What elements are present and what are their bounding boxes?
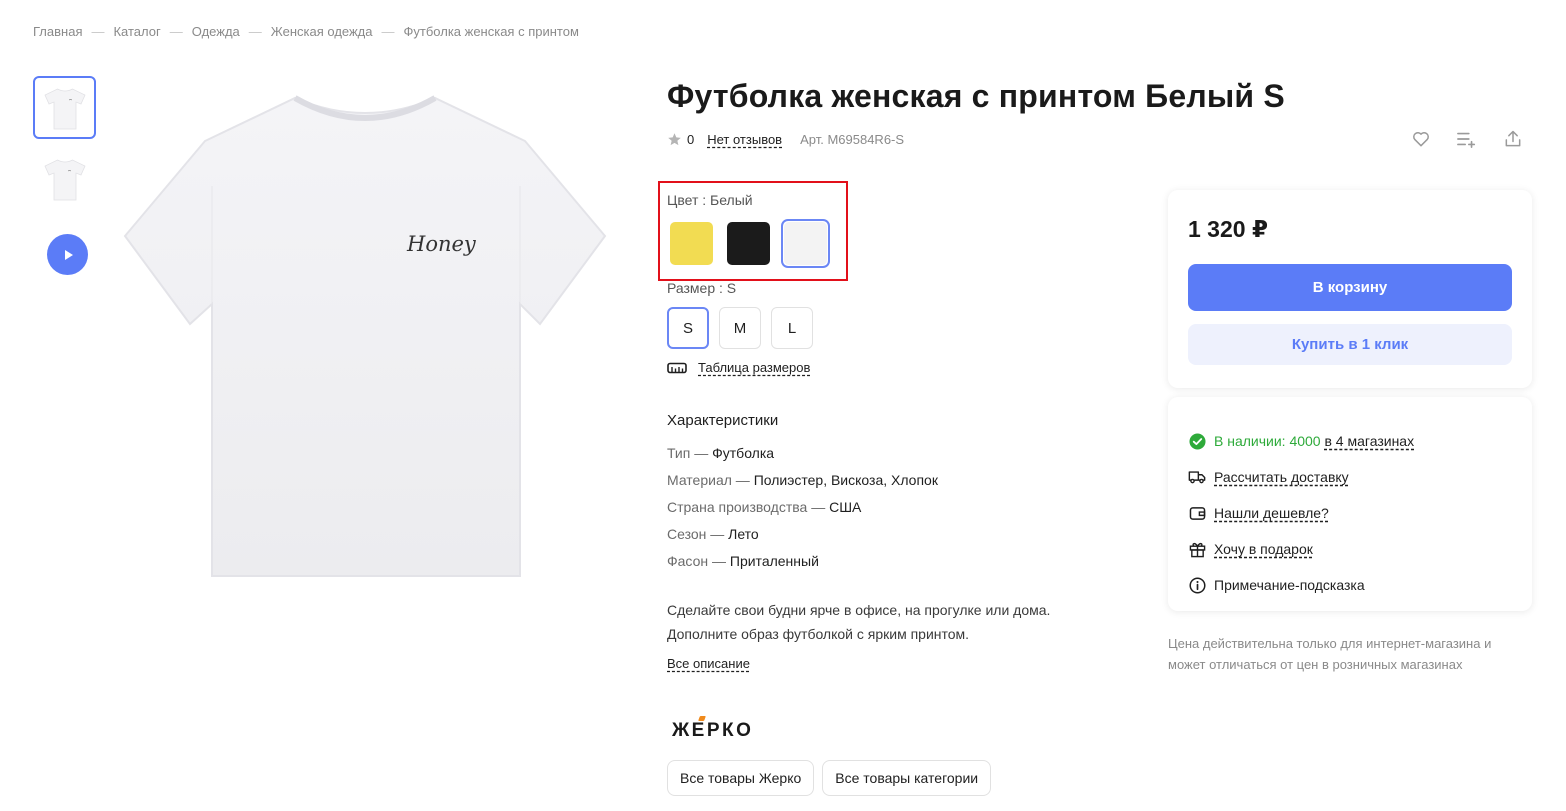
breadcrumb-women-clothes[interactable]: Женская одежда <box>271 24 373 39</box>
hint-text: Примечание-подсказка <box>1214 577 1365 593</box>
breadcrumb-clothes[interactable]: Одежда <box>192 24 240 39</box>
spec-row: Страна производства — США <box>667 494 938 521</box>
spec-row: Фасон — Приталенный <box>667 548 938 575</box>
truck-icon <box>1188 468 1206 486</box>
tshirt-thumbnail-image <box>44 159 85 200</box>
color-label: Цвет : Белый <box>667 192 753 208</box>
star-icon <box>668 133 681 146</box>
cheaper-row: Нашли дешевле? <box>1188 495 1512 531</box>
size-table-link[interactable]: Таблица размеров <box>698 360 810 375</box>
thumbnail-1[interactable] <box>33 76 96 139</box>
brand-logo[interactable]: ЖЕРКО <box>672 716 754 742</box>
tshirt-image: Honey <box>123 95 607 577</box>
color-swatch-yellow[interactable] <box>667 219 716 268</box>
spec-key: Фасон — <box>667 553 730 569</box>
product-price: 1 320 ₽ <box>1188 216 1268 242</box>
breadcrumb: Главная — Каталог — Одежда — Женская оде… <box>33 24 579 39</box>
add-to-cart-button[interactable]: В корзину <box>1188 264 1512 311</box>
check-circle-icon <box>1188 432 1206 450</box>
found-cheaper-link[interactable]: Нашли дешевле? <box>1214 505 1329 521</box>
stock-row: В наличии: 4000 в 4 магазинах <box>1188 423 1512 459</box>
specifications: Характеристики Тип — Футболка Материал —… <box>667 412 938 575</box>
product-sku: Арт. M69584R6-S <box>800 132 905 147</box>
rating-value: 0 <box>687 132 695 147</box>
all-category-products-button[interactable]: Все товары категории <box>822 760 992 796</box>
breadcrumb-separator: — <box>169 24 183 39</box>
spec-value: Полиэстер, Вискоза, Хлопок <box>753 472 938 488</box>
calculate-delivery-link[interactable]: Рассчитать доставку <box>1214 469 1349 485</box>
spec-row: Материал — Полиэстер, Вискоза, Хлопок <box>667 467 938 494</box>
play-video-button[interactable] <box>47 234 88 275</box>
breadcrumb-home[interactable]: Главная <box>33 24 82 39</box>
price-note-line: Цена действительна только для интернет-м… <box>1168 636 1492 651</box>
product-actions <box>1410 128 1524 150</box>
share-button[interactable] <box>1502 128 1524 150</box>
size-table-row: Таблица размеров <box>667 360 810 375</box>
buy-card: 1 320 ₽ В корзину Купить в 1 клик <box>1168 190 1532 388</box>
breadcrumb-catalog[interactable]: Каталог <box>113 24 160 39</box>
breadcrumb-current[interactable]: Футболка женская с принтом <box>404 24 579 39</box>
spec-value: Приталенный <box>729 553 819 569</box>
stores-link[interactable]: в 4 магазинах <box>1324 433 1414 449</box>
description-line: Дополните образ футболкой с ярким принто… <box>667 626 970 642</box>
spec-value: США <box>829 499 862 515</box>
color-swatch-black[interactable] <box>724 219 773 268</box>
price-note-line: может отличаться от цен в розничных мага… <box>1168 657 1463 672</box>
swatch-yellow <box>670 222 713 265</box>
color-swatches <box>667 219 830 268</box>
product-title: Футболка женская с принтом Белый S <box>667 78 1285 114</box>
spec-key: Сезон — <box>667 526 729 542</box>
size-option-m[interactable]: M <box>719 307 761 349</box>
gift-icon <box>1188 540 1206 558</box>
info-card: В наличии: 4000 в 4 магазинах Рассчитать… <box>1168 397 1532 611</box>
delivery-row: Рассчитать доставку <box>1188 459 1512 495</box>
spec-row: Тип — Футболка <box>667 440 938 467</box>
specs-title: Характеристики <box>667 412 779 429</box>
wallet-icon <box>1188 504 1206 522</box>
tshirt-thumbnail-image <box>44 88 85 129</box>
info-icon[interactable] <box>1188 576 1206 594</box>
spec-value: Лето <box>728 526 759 542</box>
size-option-s[interactable]: S <box>667 307 709 349</box>
spec-value: Футболка <box>712 445 775 461</box>
brand-buttons: Все товары Жерко Все товары категории <box>667 760 992 796</box>
buy-one-click-button[interactable]: Купить в 1 клик <box>1188 324 1512 365</box>
gift-row: Хочу в подарок <box>1188 531 1512 567</box>
favorite-button[interactable] <box>1410 128 1432 150</box>
size-label: Размер : S <box>667 280 737 296</box>
reviews-link[interactable]: Нет отзывов <box>707 132 782 147</box>
heart-icon <box>1413 131 1429 147</box>
swatch-white <box>784 222 827 265</box>
hint-row: Примечание-подсказка <box>1188 567 1512 603</box>
thumbnail-list <box>33 76 96 275</box>
spec-key: Тип — <box>667 445 713 461</box>
size-option-l[interactable]: L <box>771 307 813 349</box>
all-brand-products-button[interactable]: Все товары Жерко <box>667 760 815 796</box>
swatch-black <box>727 222 770 265</box>
breadcrumb-separator: — <box>248 24 262 39</box>
breadcrumb-separator: — <box>91 24 105 39</box>
spec-key: Материал — <box>667 472 754 488</box>
description-line: Сделайте свои будни ярче в офисе, на про… <box>667 602 1051 618</box>
brand-logo-text: ЖЕРКО <box>672 720 754 741</box>
price-note: Цена действительна только для интернет-м… <box>1168 633 1491 675</box>
product-meta: 0 Нет отзывов Арт. M69584R6-S <box>667 132 904 147</box>
play-icon <box>64 249 73 260</box>
gift-wish-link[interactable]: Хочу в подарок <box>1214 541 1313 557</box>
color-swatch-white[interactable] <box>781 219 830 268</box>
compare-button[interactable] <box>1456 128 1478 150</box>
spec-row: Сезон — Лето <box>667 521 938 548</box>
product-description: Сделайте свои будни ярче в офисе, на про… <box>667 598 1050 646</box>
ruler-icon <box>667 362 687 373</box>
thumbnail-2[interactable] <box>33 147 96 210</box>
breadcrumb-separator: — <box>381 24 395 39</box>
all-description-link[interactable]: Все описание <box>667 656 750 671</box>
add-list-icon <box>1457 132 1476 148</box>
stock-status: В наличии: 4000 <box>1214 433 1321 449</box>
size-options: S M L <box>667 307 813 349</box>
svg-text:Honey: Honey <box>406 232 477 256</box>
share-icon <box>1505 130 1521 147</box>
spec-key: Страна производства — <box>667 499 830 515</box>
product-main-image[interactable]: Honey <box>115 86 615 586</box>
